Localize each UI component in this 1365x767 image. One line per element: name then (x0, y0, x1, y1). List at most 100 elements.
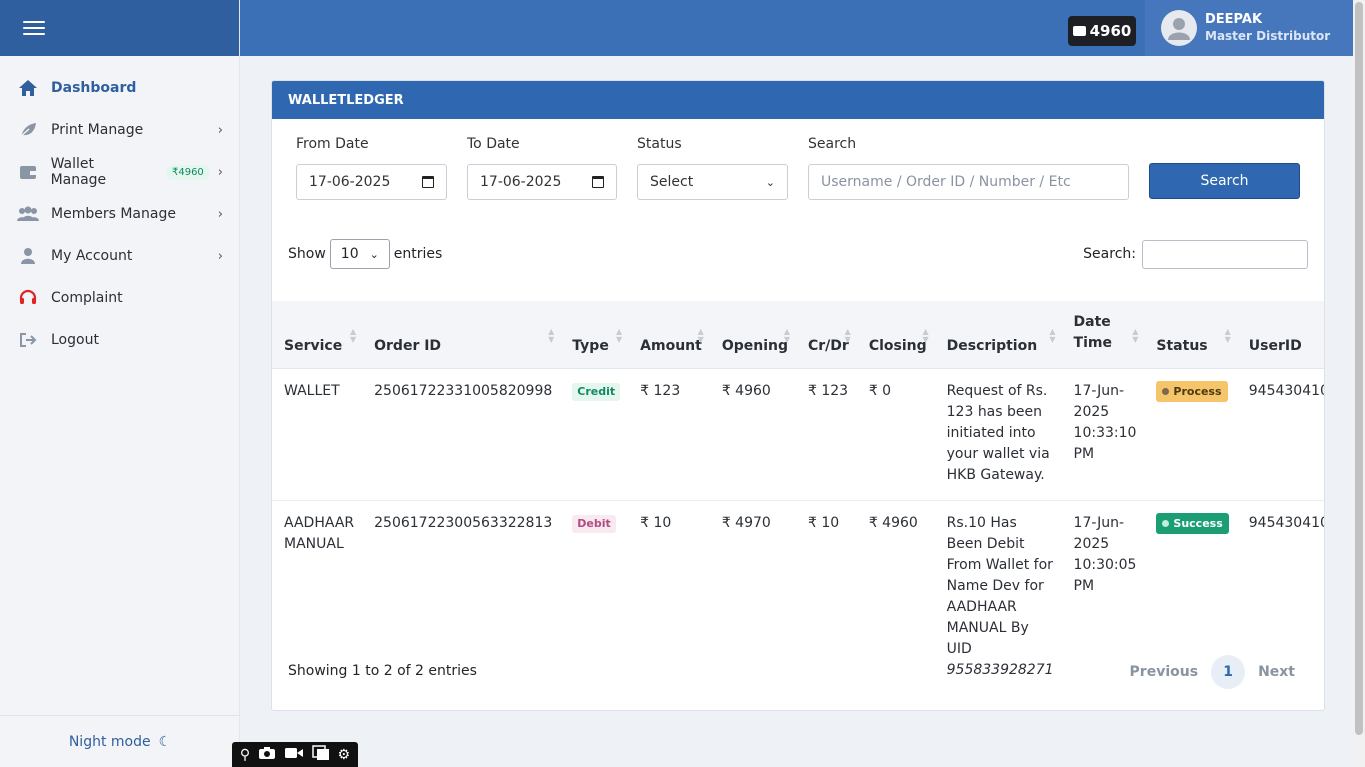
column-header-closing[interactable]: Closing ▲ ▼ (856, 301, 935, 369)
users-icon (17, 204, 39, 224)
cell-description: Request of Rs. 123 has been initiated in… (934, 368, 1062, 501)
column-header-service[interactable]: Service ▲ ▼ (272, 301, 363, 369)
column-header-type[interactable]: Type ▲ ▼ (560, 301, 629, 369)
sort-icon: ▲ ▼ (697, 326, 704, 344)
from-date-label: From Date (296, 136, 369, 152)
ledger-table: Service ▲ ▼ Order ID ▲ ▼ Type ▲ ▼ Amount ▲ ▼ Ope… (272, 301, 1324, 695)
chevron-right-icon: › (217, 248, 223, 264)
sidebar-item-dashboard[interactable]: Dashboard (0, 67, 239, 109)
status-label: Status (637, 136, 682, 152)
column-header-crdr[interactable]: Cr/Dr ▲ ▼ (796, 301, 857, 369)
pin-icon[interactable]: ⚲ (240, 747, 250, 763)
sidebar-item-members-manage[interactable]: Members Manage › (0, 193, 239, 235)
column-header-description[interactable]: Description ▲ ▼ (934, 301, 1062, 369)
night-mode-toggle[interactable]: Night mode ☾ (0, 715, 240, 767)
wallet-ledger-card: WALLETLEDGER From Date To Date Status Se… (271, 80, 1325, 711)
camera-icon[interactable] (258, 746, 276, 764)
search-placeholder: Username / Order ID / Number / Etc (821, 174, 1071, 190)
cell-type: Credit (560, 368, 629, 501)
sidebar-item-print-manage[interactable]: Print Manage › (0, 109, 239, 151)
datatable-footer: Showing 1 to 2 of 2 entries Previous 1 N… (288, 653, 1308, 693)
column-header-userid[interactable]: UserID▲▼ (1236, 301, 1324, 369)
cell-opening: ₹ 4960 (709, 368, 796, 501)
home-icon (17, 78, 39, 98)
status-select-value: Select (650, 174, 694, 190)
sort-icon: ▲ ▼ (922, 326, 929, 344)
sidebar-item-logout[interactable]: Logout (0, 319, 239, 361)
leaf-icon (17, 120, 39, 140)
column-header-date-time[interactable]: Date Time ▲ ▼ (1061, 301, 1145, 369)
hamburger-menu-icon[interactable] (23, 17, 45, 39)
sort-icon: ▲ ▼ (1132, 326, 1139, 344)
search-button[interactable]: Search (1149, 163, 1300, 199)
column-header-opening[interactable]: Opening ▲ ▼ (709, 301, 796, 369)
wallet-balance-chip[interactable]: 4960 (1068, 16, 1136, 46)
sidebar-item-label: Print Manage (51, 122, 144, 138)
search-label: Search (808, 136, 857, 152)
cell-crdr: ₹ 123 (796, 368, 857, 501)
entries-select-value: 10 (340, 246, 359, 262)
calendar-icon[interactable] (422, 176, 434, 188)
entries-select[interactable]: 10 ⌄ (329, 239, 390, 269)
page-scrollbar[interactable] (1353, 0, 1365, 767)
sidebar-item-my-account[interactable]: My Account › (0, 235, 239, 277)
pagination: Previous 1 Next (1117, 655, 1308, 689)
sort-icon: ▲ ▼ (783, 326, 790, 344)
chevron-down-icon: ⌄ (369, 247, 379, 261)
column-header-status[interactable]: Status ▲ ▼ (1144, 301, 1237, 369)
to-date-input[interactable]: 17-06-2025 (467, 164, 617, 200)
column-header-order-id[interactable]: Order ID ▲ ▼ (362, 301, 561, 369)
calendar-icon[interactable] (592, 176, 604, 188)
cell-amount: ₹ 123 (628, 368, 710, 501)
previous-page-button[interactable]: Previous (1117, 664, 1212, 680)
scrollbar-thumb[interactable] (1355, 2, 1363, 735)
to-date-label: To Date (467, 136, 520, 152)
entries-length: Show 10 ⌄ entries (288, 239, 442, 269)
video-icon[interactable] (284, 746, 304, 764)
night-mode-label: Night mode (68, 733, 151, 750)
type-badge: Credit (572, 382, 621, 401)
from-date-value: 17-06-2025 (309, 174, 391, 190)
sidebar-item-wallet-manage[interactable]: Wallet Manage ₹4960 › (0, 151, 239, 193)
sidebar-item-label: My Account (51, 248, 133, 264)
chevron-right-icon: › (217, 122, 223, 138)
logout-icon (17, 330, 39, 350)
chevron-right-icon: › (217, 206, 223, 222)
next-page-button[interactable]: Next (1245, 664, 1308, 680)
status-badge: Process (1156, 380, 1228, 402)
table-search-label: Search: (1083, 246, 1136, 262)
user-name: DEEPAK (1205, 12, 1263, 27)
user-icon (17, 246, 39, 266)
type-badge: Debit (572, 514, 616, 533)
sidebar-item-complaint[interactable]: Complaint (0, 277, 239, 319)
copy-icon[interactable] (311, 744, 330, 765)
search-input[interactable]: Username / Order ID / Number / Etc (808, 164, 1129, 200)
page-1-button[interactable]: 1 (1211, 655, 1246, 689)
wallet-balance-badge: ₹4960 (165, 164, 210, 180)
sort-icon: ▲ ▼ (616, 326, 623, 344)
table-row: WALLET 25061722331005820998 Credit ₹ 123… (272, 368, 1324, 501)
cell-userid: 9454304103 (1236, 368, 1324, 501)
table-search-input[interactable] (1142, 239, 1308, 269)
sidebar: Dashboard Print Manage › Wallet Manage ₹… (0, 0, 240, 767)
moon-icon: ☾ (158, 733, 172, 750)
wallet-icon (17, 162, 39, 182)
from-date-input[interactable]: 17-06-2025 (296, 164, 447, 200)
wallet-balance: 4960 (1089, 22, 1132, 40)
user-menu[interactable]: DEEPAK Master Distributor (1145, 0, 1353, 56)
status-select[interactable]: Select ⌄ (637, 164, 788, 200)
cell-date-time: 17-Jun-2025 10:33:10 PM (1061, 368, 1145, 501)
table-header-row: Service ▲ ▼ Order ID ▲ ▼ Type ▲ ▼ Amount ▲ ▼ Ope… (272, 301, 1324, 369)
column-header-amount[interactable]: Amount ▲ ▼ (628, 301, 710, 369)
sidebar-item-label: Logout (51, 332, 99, 348)
gear-icon[interactable]: ⚙ (337, 747, 350, 763)
sidebar-nav: Dashboard Print Manage › Wallet Manage ₹… (0, 56, 239, 361)
sidebar-item-label: Members Manage (51, 206, 176, 222)
sidebar-item-label: Wallet Manage (50, 156, 107, 188)
cell-status: Process (1144, 368, 1237, 501)
headset-icon (17, 288, 39, 308)
datatable-controls: Show 10 ⌄ entries Search: (288, 239, 1308, 269)
cell-service: WALLET (272, 368, 363, 501)
avatar (1161, 10, 1197, 46)
to-date-value: 17-06-2025 (480, 174, 562, 190)
